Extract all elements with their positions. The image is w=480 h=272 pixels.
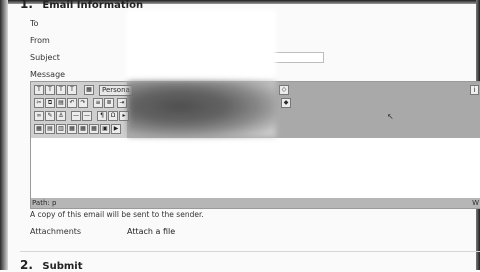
- strikethrough-icon[interactable]: T: [67, 85, 77, 95]
- attach-file-link[interactable]: Attach a file: [127, 227, 175, 236]
- redo-icon[interactable]: ↷: [78, 98, 88, 108]
- indent-icon[interactable]: ⇥: [117, 98, 127, 108]
- table-col-icon[interactable]: ▥: [56, 124, 66, 134]
- underline-icon[interactable]: T: [56, 85, 66, 95]
- section-title: Submit: [42, 261, 83, 272]
- copy-icon[interactable]: ⧉: [45, 98, 55, 108]
- table-icon[interactable]: ▦: [34, 124, 44, 134]
- hr2-icon[interactable]: —: [82, 111, 92, 121]
- undo-icon[interactable]: ↶: [67, 98, 77, 108]
- background-color-icon[interactable]: ◆: [281, 98, 291, 108]
- section-heading-email-information: 1. Email Information: [20, 0, 143, 11]
- paste-icon[interactable]: ▤: [56, 98, 66, 108]
- sender-copy-note: A copy of this email will be sent to the…: [30, 210, 204, 219]
- redaction-blur-top: [126, 10, 276, 80]
- editor-status-bar: Path: p W: [31, 198, 480, 208]
- bold-icon[interactable]: T: [34, 85, 44, 95]
- to-label: To: [30, 19, 39, 28]
- unlink-icon[interactable]: ✎: [45, 111, 55, 121]
- anchor-icon[interactable]: ⚓: [56, 111, 66, 121]
- editor-content-area[interactable]: [31, 138, 480, 196]
- redaction-blur: [128, 81, 276, 137]
- table-delete-icon[interactable]: ▦: [89, 124, 99, 134]
- paragraph-icon[interactable]: ¶: [97, 111, 107, 121]
- info-icon[interactable]: i: [470, 85, 479, 95]
- table-split-icon[interactable]: ▦: [78, 124, 88, 134]
- italic-icon[interactable]: T: [45, 85, 55, 95]
- word-count-label: W: [472, 199, 479, 207]
- cut-icon[interactable]: ✂: [34, 98, 44, 108]
- bullet-list-icon[interactable]: ≡: [93, 98, 103, 108]
- table-merge-icon[interactable]: ▦: [67, 124, 77, 134]
- table-row-icon[interactable]: ▤: [45, 124, 55, 134]
- screen-edge-left: [0, 0, 8, 270]
- link-icon[interactable]: ∞: [34, 111, 44, 121]
- section-number: 1.: [20, 0, 33, 11]
- mouse-cursor-icon: ↖: [387, 112, 394, 121]
- color-picker-icon[interactable]: ◇: [279, 85, 289, 95]
- subject-label: Subject: [30, 53, 60, 62]
- from-label: From: [30, 36, 50, 45]
- image-icon[interactable]: ▣: [100, 124, 110, 134]
- numbered-list-icon[interactable]: ≣: [104, 98, 114, 108]
- media-icon[interactable]: ▶: [111, 124, 121, 134]
- path-label: Path: p: [32, 199, 57, 207]
- special-char-icon[interactable]: Ω: [108, 111, 118, 121]
- section-divider: [20, 251, 480, 252]
- format-icon[interactable]: ▦: [84, 85, 94, 95]
- attachments-label: Attachments: [30, 227, 82, 236]
- message-label: Message: [30, 70, 66, 79]
- hr-icon[interactable]: —: [71, 111, 81, 121]
